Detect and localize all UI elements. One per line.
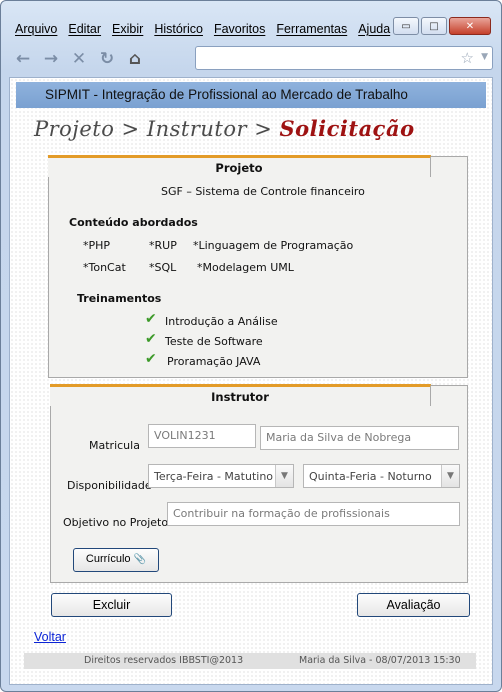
breadcrumb: Projeto > Instrutor > Solicitação <box>34 116 415 141</box>
conteudo-item: *PHP <box>83 239 111 252</box>
avaliacao-button[interactable]: Avaliação <box>357 593 470 617</box>
minimize-icon: ▭ <box>401 20 411 32</box>
forward-arrow-icon: → <box>43 49 59 69</box>
avaliacao-label: Avaliação <box>386 598 441 612</box>
matricula-field[interactable]: VOLIN1231 <box>148 424 256 448</box>
page-viewport: SIPMIT - Integração de Profissional ao M… <box>9 77 493 685</box>
disponibilidade-select-1[interactable]: Terça-Feira - Matutino ▼ <box>148 464 294 488</box>
browser-window: Arquivo Editar Exibir Histórico Favorito… <box>0 0 502 692</box>
breadcrumb-solicitacao: Solicitação <box>279 116 415 141</box>
projeto-tab: Projeto <box>48 155 431 177</box>
project-name: SGF – Sistema de Controle financeiro <box>161 185 365 198</box>
disponibilidade-select-2[interactable]: Quinta-Feria - Noturno ▼ <box>303 464 460 488</box>
address-bar[interactable]: ☆ ▼ <box>195 46 493 70</box>
conteudo-item: *Modelagem UML <box>197 261 294 274</box>
paperclip-icon: 📎 <box>133 554 147 565</box>
stop-icon: ✕ <box>71 49 87 69</box>
check-icon: ✔ <box>145 331 157 347</box>
objetivo-field[interactable]: Contribuir na formação de profissionais <box>167 502 460 526</box>
objetivo-label: Objetivo no Projeto <box>63 516 169 529</box>
instrutor-tab: Instrutor <box>50 384 431 406</box>
navigation-toolbar: ← → ✕ ↻ ⌂ ☆ ▼ <box>9 43 493 75</box>
check-icon: ✔ <box>145 351 157 367</box>
back-button[interactable]: ← <box>9 45 37 73</box>
treinamento-item: Proramação JAVA <box>167 355 261 368</box>
nome-field[interactable]: Maria da Silva de Nobrega <box>260 426 459 450</box>
home-button[interactable]: ⌂ <box>121 45 149 73</box>
treinamento-item: Teste de Software <box>165 335 263 348</box>
menu-ferramentas[interactable]: Ferramentas <box>276 22 347 40</box>
disponibilidade-2-value: Quinta-Feria - Noturno <box>309 470 432 483</box>
stop-button[interactable]: ✕ <box>65 45 93 73</box>
maximize-button[interactable]: □ <box>421 17 447 35</box>
app-title-bar: SIPMIT - Integração de Profissional ao M… <box>16 82 486 108</box>
menu-editar[interactable]: Editar <box>68 22 101 40</box>
excluir-button[interactable]: Excluir <box>51 593 172 617</box>
window-controls: ▭ □ ✕ <box>393 17 491 35</box>
minimize-button[interactable]: ▭ <box>393 17 419 35</box>
menu-bar: Arquivo Editar Exibir Histórico Favorito… <box>15 22 390 40</box>
matricula-label: Matricula <box>89 439 140 452</box>
disponibilidade-label: Disponibilidade <box>67 479 152 492</box>
reload-button[interactable]: ↻ <box>93 45 121 73</box>
conteudo-item: *RUP <box>149 239 177 252</box>
close-icon: ✕ <box>465 20 475 32</box>
conteudo-item: *SQL <box>149 261 177 274</box>
footer-bar: Direitos reservados IBBSTI@2013 Maria da… <box>24 653 476 669</box>
menu-historico[interactable]: Histórico <box>154 22 203 40</box>
check-icon: ✔ <box>145 311 157 327</box>
maximize-icon: □ <box>429 20 439 32</box>
home-icon: ⌂ <box>128 49 142 69</box>
projeto-panel: Projeto SGF – Sistema de Controle financ… <box>48 155 468 378</box>
app-title: SIPMIT - Integração de Profissional ao M… <box>45 87 408 102</box>
treinamentos-heading: Treinamentos <box>77 292 162 305</box>
conteudo-item: *Linguagem de Programação <box>193 239 354 252</box>
menu-favoritos[interactable]: Favoritos <box>214 22 265 40</box>
instrutor-tab-label: Instrutor <box>211 390 269 404</box>
menu-arquivo[interactable]: Arquivo <box>15 22 57 40</box>
dropdown-arrow-icon[interactable]: ▼ <box>481 52 488 62</box>
projeto-tab-label: Projeto <box>215 161 263 175</box>
conteudo-item: *TonCat <box>83 261 126 274</box>
instrutor-panel: Instrutor Matricula VOLIN1231 Maria da S… <box>50 384 468 583</box>
disponibilidade-1-value: Terça-Feira - Matutino <box>154 470 274 483</box>
footer-user-date: Maria da Silva - 08/07/2013 15:30 <box>299 655 461 666</box>
conteudo-heading: Conteúdo abordados <box>69 216 198 229</box>
breadcrumb-separator: > <box>247 117 280 141</box>
bookmark-star-icon[interactable]: ☆ <box>461 49 474 67</box>
excluir-label: Excluir <box>92 598 131 612</box>
breadcrumb-instrutor[interactable]: Instrutor <box>147 117 247 141</box>
chevron-down-icon: ▼ <box>275 465 293 487</box>
close-button[interactable]: ✕ <box>449 17 491 35</box>
curriculo-button[interactable]: Currículo 📎 <box>73 548 159 572</box>
back-arrow-icon: ← <box>15 49 31 69</box>
menu-exibir[interactable]: Exibir <box>112 22 143 40</box>
reload-icon: ↻ <box>99 49 115 69</box>
treinamento-item: Introdução a Análise <box>165 315 278 328</box>
forward-button[interactable]: → <box>37 45 65 73</box>
footer-rights: Direitos reservados IBBSTI@2013 <box>84 655 244 666</box>
menu-ajuda[interactable]: Ajuda <box>358 22 390 40</box>
chevron-down-icon: ▼ <box>441 465 459 487</box>
voltar-link[interactable]: Voltar <box>34 630 66 644</box>
breadcrumb-projeto[interactable]: Projeto <box>34 117 114 141</box>
curriculo-label: Currículo <box>85 553 131 565</box>
breadcrumb-separator: > <box>114 117 147 141</box>
